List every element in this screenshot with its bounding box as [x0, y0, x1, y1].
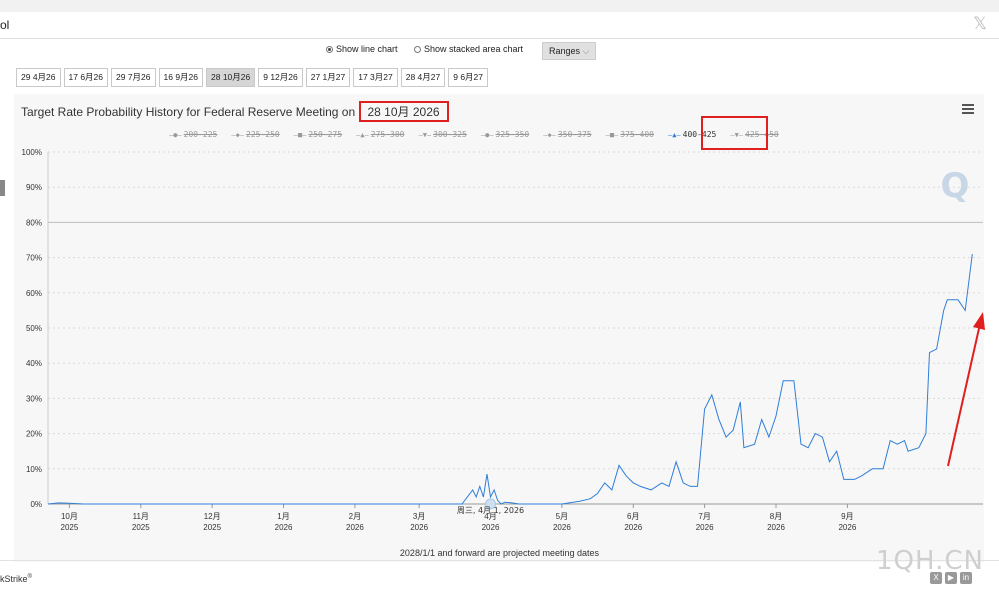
x-tick-month-label: 3月: [413, 512, 425, 521]
x-tick-year-label: 2026: [624, 523, 642, 532]
y-tick-label: 80%: [26, 218, 42, 227]
x-tick-year-label: 2026: [346, 523, 364, 532]
x-tick-year-label: 2026: [275, 523, 293, 532]
x-tick-year-label: 2026: [696, 523, 714, 532]
arrow-head-icon: [973, 312, 985, 330]
y-tick-label: 50%: [26, 324, 42, 333]
y-tick-label: 100%: [22, 148, 42, 157]
y-tick-label: 0%: [30, 500, 42, 509]
y-tick-label: 20%: [26, 430, 42, 439]
x-tick-month-label: 11月: [133, 512, 149, 521]
y-tick-label: 30%: [26, 394, 42, 403]
x-tick-year-label: 2025: [203, 523, 221, 532]
tooltip-date-label: 周三, 4月 1, 2026: [457, 506, 524, 515]
annotation-arrow-line: [947, 323, 981, 467]
series-line-400-425: [47, 254, 973, 505]
registered-mark: ®: [27, 574, 32, 580]
projected-dates-footnote: 2028/1/1 and forward are projected meeti…: [399, 548, 600, 558]
x-tick-month-label: 12月: [204, 512, 221, 521]
x-social-icon[interactable]: X: [930, 572, 942, 584]
y-tick-label: 70%: [26, 254, 42, 263]
x-tick-year-label: 2026: [553, 523, 571, 532]
credit-label: kStrike: [0, 574, 28, 584]
x-tick-month-label: 6月: [627, 512, 639, 521]
y-tick-label: 60%: [26, 289, 42, 298]
x-tick-year-label: 2026: [767, 523, 785, 532]
x-tick-month-label: 2月: [349, 512, 361, 521]
x-tick-year-label: 2025: [61, 523, 79, 532]
y-tick-label: 10%: [26, 465, 42, 474]
x-tick-month-label: 5月: [556, 512, 568, 521]
x-tick-month-label: 8月: [770, 512, 782, 521]
chart-plot: Q 0% 10% 20% 30% 40% 50% 60% 70% 80% 90% 100% 10月 202…: [22, 148, 985, 532]
x-tick-year-label: 2026: [482, 523, 500, 532]
y-tick-label: 90%: [26, 183, 42, 192]
x-tick-year-label: 2026: [410, 523, 428, 532]
x-tick-year-label: 2025: [132, 523, 150, 532]
footer-divider: [0, 560, 999, 561]
x-tick-month-label: 10月: [61, 512, 78, 521]
x-tick-year-label: 2026: [838, 523, 856, 532]
x-tick-month-label: 9月: [841, 512, 853, 521]
linkedin-icon[interactable]: in: [960, 572, 972, 584]
x-tick-month-label: 1月: [277, 512, 289, 521]
y-tick-label: 40%: [26, 359, 42, 368]
credit-text: kStrike®: [0, 574, 32, 584]
logo-watermark: Q: [941, 166, 970, 206]
social-links: X ▶ in: [930, 572, 975, 584]
youtube-icon[interactable]: ▶: [945, 572, 957, 584]
x-tick-month-label: 7月: [698, 512, 710, 521]
